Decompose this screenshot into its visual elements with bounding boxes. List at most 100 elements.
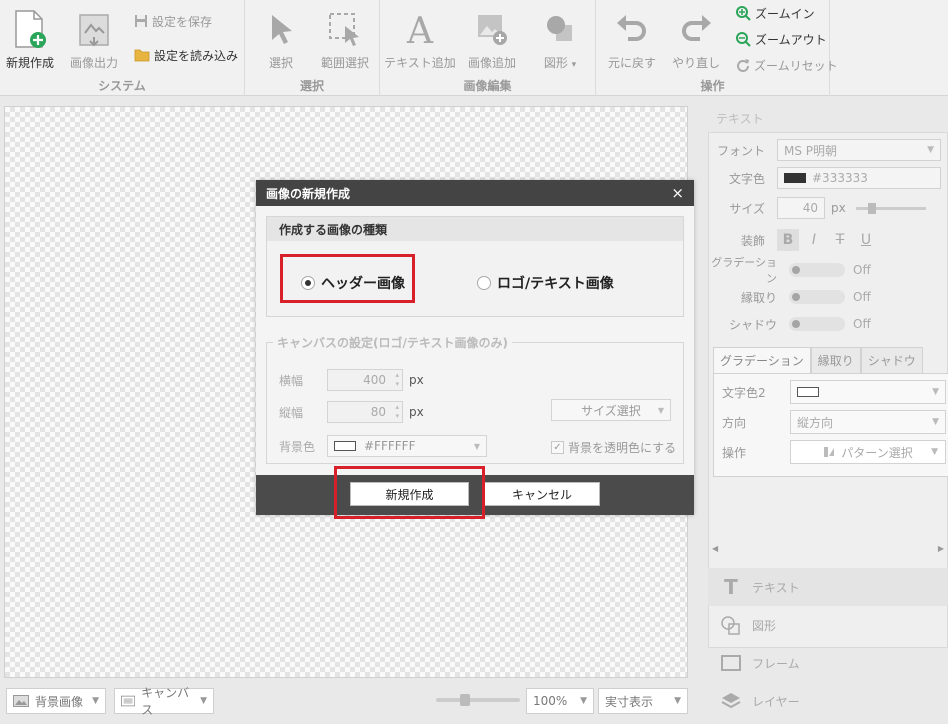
layer-mode-button[interactable]: レイヤー bbox=[708, 682, 948, 720]
shape-mode-button[interactable]: 図形 bbox=[708, 606, 948, 644]
gradient-label: グラデーション bbox=[711, 256, 777, 285]
pattern-select-button[interactable]: パターン選択 ▼ bbox=[790, 440, 946, 464]
image-type-heading: 作成する画像の種類 bbox=[267, 217, 683, 241]
outline-row: 縁取り Off bbox=[709, 286, 948, 308]
zoom-slider-thumb[interactable] bbox=[460, 694, 470, 706]
decoration-label: 装飾 bbox=[740, 233, 765, 248]
color-label: 文字色 bbox=[728, 171, 765, 186]
close-icon[interactable]: × bbox=[671, 184, 684, 202]
new-label: 新規作成 bbox=[5, 56, 54, 70]
chevron-down-icon: ▼ bbox=[92, 696, 99, 706]
size-slider-thumb[interactable] bbox=[867, 202, 876, 214]
background-image-select[interactable]: 背景画像 ▼ bbox=[6, 688, 106, 714]
size-preset-select[interactable]: サイズ選択 ▼ bbox=[551, 399, 671, 421]
canvas-settings-legend: キャンバスの設定(ロゴ/テキスト画像のみ) bbox=[273, 334, 512, 351]
height-unit: px bbox=[409, 405, 424, 419]
bg-color-label: 背景色 bbox=[279, 439, 316, 454]
tab-gradient[interactable]: グラデーション bbox=[713, 347, 811, 373]
operation-row: 操作 パターン選択 ▼ bbox=[714, 440, 948, 464]
direction-label: 方向 bbox=[722, 415, 747, 430]
direction-value: 縦方向 bbox=[797, 415, 834, 430]
add-image-button[interactable]: 画像追加 bbox=[456, 6, 528, 71]
chevron-down-icon: ▼ bbox=[674, 696, 681, 706]
new-button[interactable]: 新規作成 bbox=[0, 6, 66, 71]
shape-button[interactable]: 図形 ▾ bbox=[524, 6, 596, 71]
bg-color-row: 背景色 #FFFFFF ▼ bbox=[267, 435, 487, 457]
shadow-state: Off bbox=[853, 317, 871, 331]
zoom-reset-button[interactable]: ズームリセット bbox=[736, 54, 838, 76]
save-icon bbox=[135, 15, 147, 27]
size-slider[interactable] bbox=[855, 202, 926, 214]
redo-button[interactable]: やり直し bbox=[660, 6, 732, 71]
image-icon bbox=[13, 695, 29, 707]
effect-tabs: グラデーション 縁取り シャドウ bbox=[713, 347, 923, 373]
save-settings-button[interactable]: 設定を保存 bbox=[134, 10, 212, 32]
bottom-bar: 背景画像 ▼ キャンバス ▼ 100% ▼ 実寸表示 ▼ bbox=[0, 684, 700, 724]
group-operation: 元に戻す やり直し ズームイン ズームアウト ズームリセット 操作 bbox=[596, 0, 838, 96]
dialog-title: 画像の新規作成 bbox=[256, 180, 694, 206]
shape-mode-label: 図形 bbox=[752, 618, 777, 633]
width-stepper[interactable]: 400 bbox=[327, 369, 403, 391]
redo-icon bbox=[682, 15, 711, 41]
scroll-right-icon[interactable]: ▶ bbox=[938, 544, 944, 553]
undo-icon bbox=[617, 15, 646, 41]
cancel-button[interactable]: キャンセル bbox=[484, 482, 600, 506]
pattern-icon bbox=[824, 447, 835, 457]
text-mode-button[interactable]: T テキスト bbox=[708, 568, 948, 606]
display-mode-select[interactable]: 実寸表示 ▼ bbox=[598, 688, 688, 714]
bold-button[interactable]: B bbox=[777, 229, 799, 251]
bg-color-value: #FFFFFF bbox=[364, 439, 416, 453]
decoration-row: 装飾 B I T U bbox=[709, 229, 948, 251]
size-unit: px bbox=[831, 201, 846, 215]
pattern-button-label: パターン選択 bbox=[841, 445, 913, 460]
frame-mode-button[interactable]: フレーム bbox=[708, 644, 948, 682]
object-type-buttons: T テキスト 図形 フレーム レイヤー bbox=[708, 568, 948, 720]
zoom-level-select[interactable]: 100% ▼ bbox=[526, 688, 594, 714]
bg-color-swatch bbox=[334, 441, 356, 451]
font-select[interactable]: MS P明朝 ▼ bbox=[777, 139, 941, 161]
horizontal-scrollbar[interactable]: ◀ ▶ bbox=[708, 544, 948, 554]
italic-button[interactable]: I bbox=[803, 229, 825, 251]
undo-button[interactable]: 元に戻す bbox=[596, 6, 668, 71]
zoom-slider[interactable] bbox=[436, 694, 520, 706]
tab-shadow[interactable]: シャドウ bbox=[860, 347, 923, 373]
highlight-box bbox=[334, 466, 485, 519]
logo-text-image-radio[interactable]: ロゴ/テキスト画像 bbox=[477, 273, 614, 293]
strikethrough-button[interactable]: T bbox=[829, 229, 851, 251]
save-settings-label: 設定を保存 bbox=[152, 14, 213, 29]
zoom-reset-label: ズームリセット bbox=[754, 58, 838, 73]
zoom-out-button[interactable]: ズームアウト bbox=[736, 28, 827, 50]
load-settings-button[interactable]: 設定を読み込み bbox=[134, 44, 238, 66]
width-row: 横幅 400 px bbox=[267, 369, 424, 391]
shadow-toggle[interactable] bbox=[789, 317, 845, 331]
range-select-button[interactable]: 範囲選択 bbox=[309, 6, 381, 71]
highlight-box bbox=[280, 254, 415, 303]
chevron-down-icon: ▼ bbox=[580, 696, 587, 706]
shadow-label: シャドウ bbox=[728, 317, 777, 332]
color2-select[interactable]: ▼ bbox=[790, 380, 946, 404]
bg-color-select[interactable]: #FFFFFF ▼ bbox=[327, 435, 487, 457]
checkbox-checked-icon[interactable]: ✓ bbox=[551, 441, 564, 454]
export-image-button[interactable]: 画像出力 bbox=[58, 6, 130, 71]
tab-outline[interactable]: 縁取り bbox=[810, 347, 861, 373]
size-row: サイズ 40 px bbox=[709, 197, 948, 219]
new-file-icon bbox=[15, 10, 46, 48]
chevron-down-icon: ▼ bbox=[657, 405, 664, 415]
scroll-left-icon[interactable]: ◀ bbox=[712, 544, 718, 553]
direction-select[interactable]: 縦方向 ▼ bbox=[790, 410, 946, 434]
gradient-toggle[interactable] bbox=[789, 263, 845, 277]
size-input[interactable]: 40 bbox=[777, 197, 825, 219]
group-image-edit: A テキスト追加 画像追加 図形 ▾ 画像編集 bbox=[380, 0, 596, 96]
transparent-bg-checkbox[interactable]: ✓ 背景を透明色にする bbox=[551, 439, 676, 456]
new-image-dialog: 画像の新規作成 × 作成する画像の種類 ヘッダー画像 ロゴ/テキスト画像 キャン… bbox=[256, 180, 694, 519]
select-tool-button[interactable]: 選択 bbox=[245, 6, 317, 71]
color-select[interactable]: #333333 bbox=[777, 167, 941, 189]
canvas-select[interactable]: キャンバス ▼ bbox=[114, 686, 214, 717]
outline-toggle[interactable] bbox=[789, 290, 845, 304]
zoom-in-button[interactable]: ズームイン bbox=[736, 2, 815, 24]
height-stepper[interactable]: 80 bbox=[327, 401, 403, 423]
zoom-out-label: ズームアウト bbox=[755, 32, 827, 47]
add-text-button[interactable]: A テキスト追加 bbox=[384, 6, 456, 71]
radio-unchecked-icon[interactable] bbox=[477, 276, 491, 290]
underline-button[interactable]: U bbox=[855, 229, 877, 251]
